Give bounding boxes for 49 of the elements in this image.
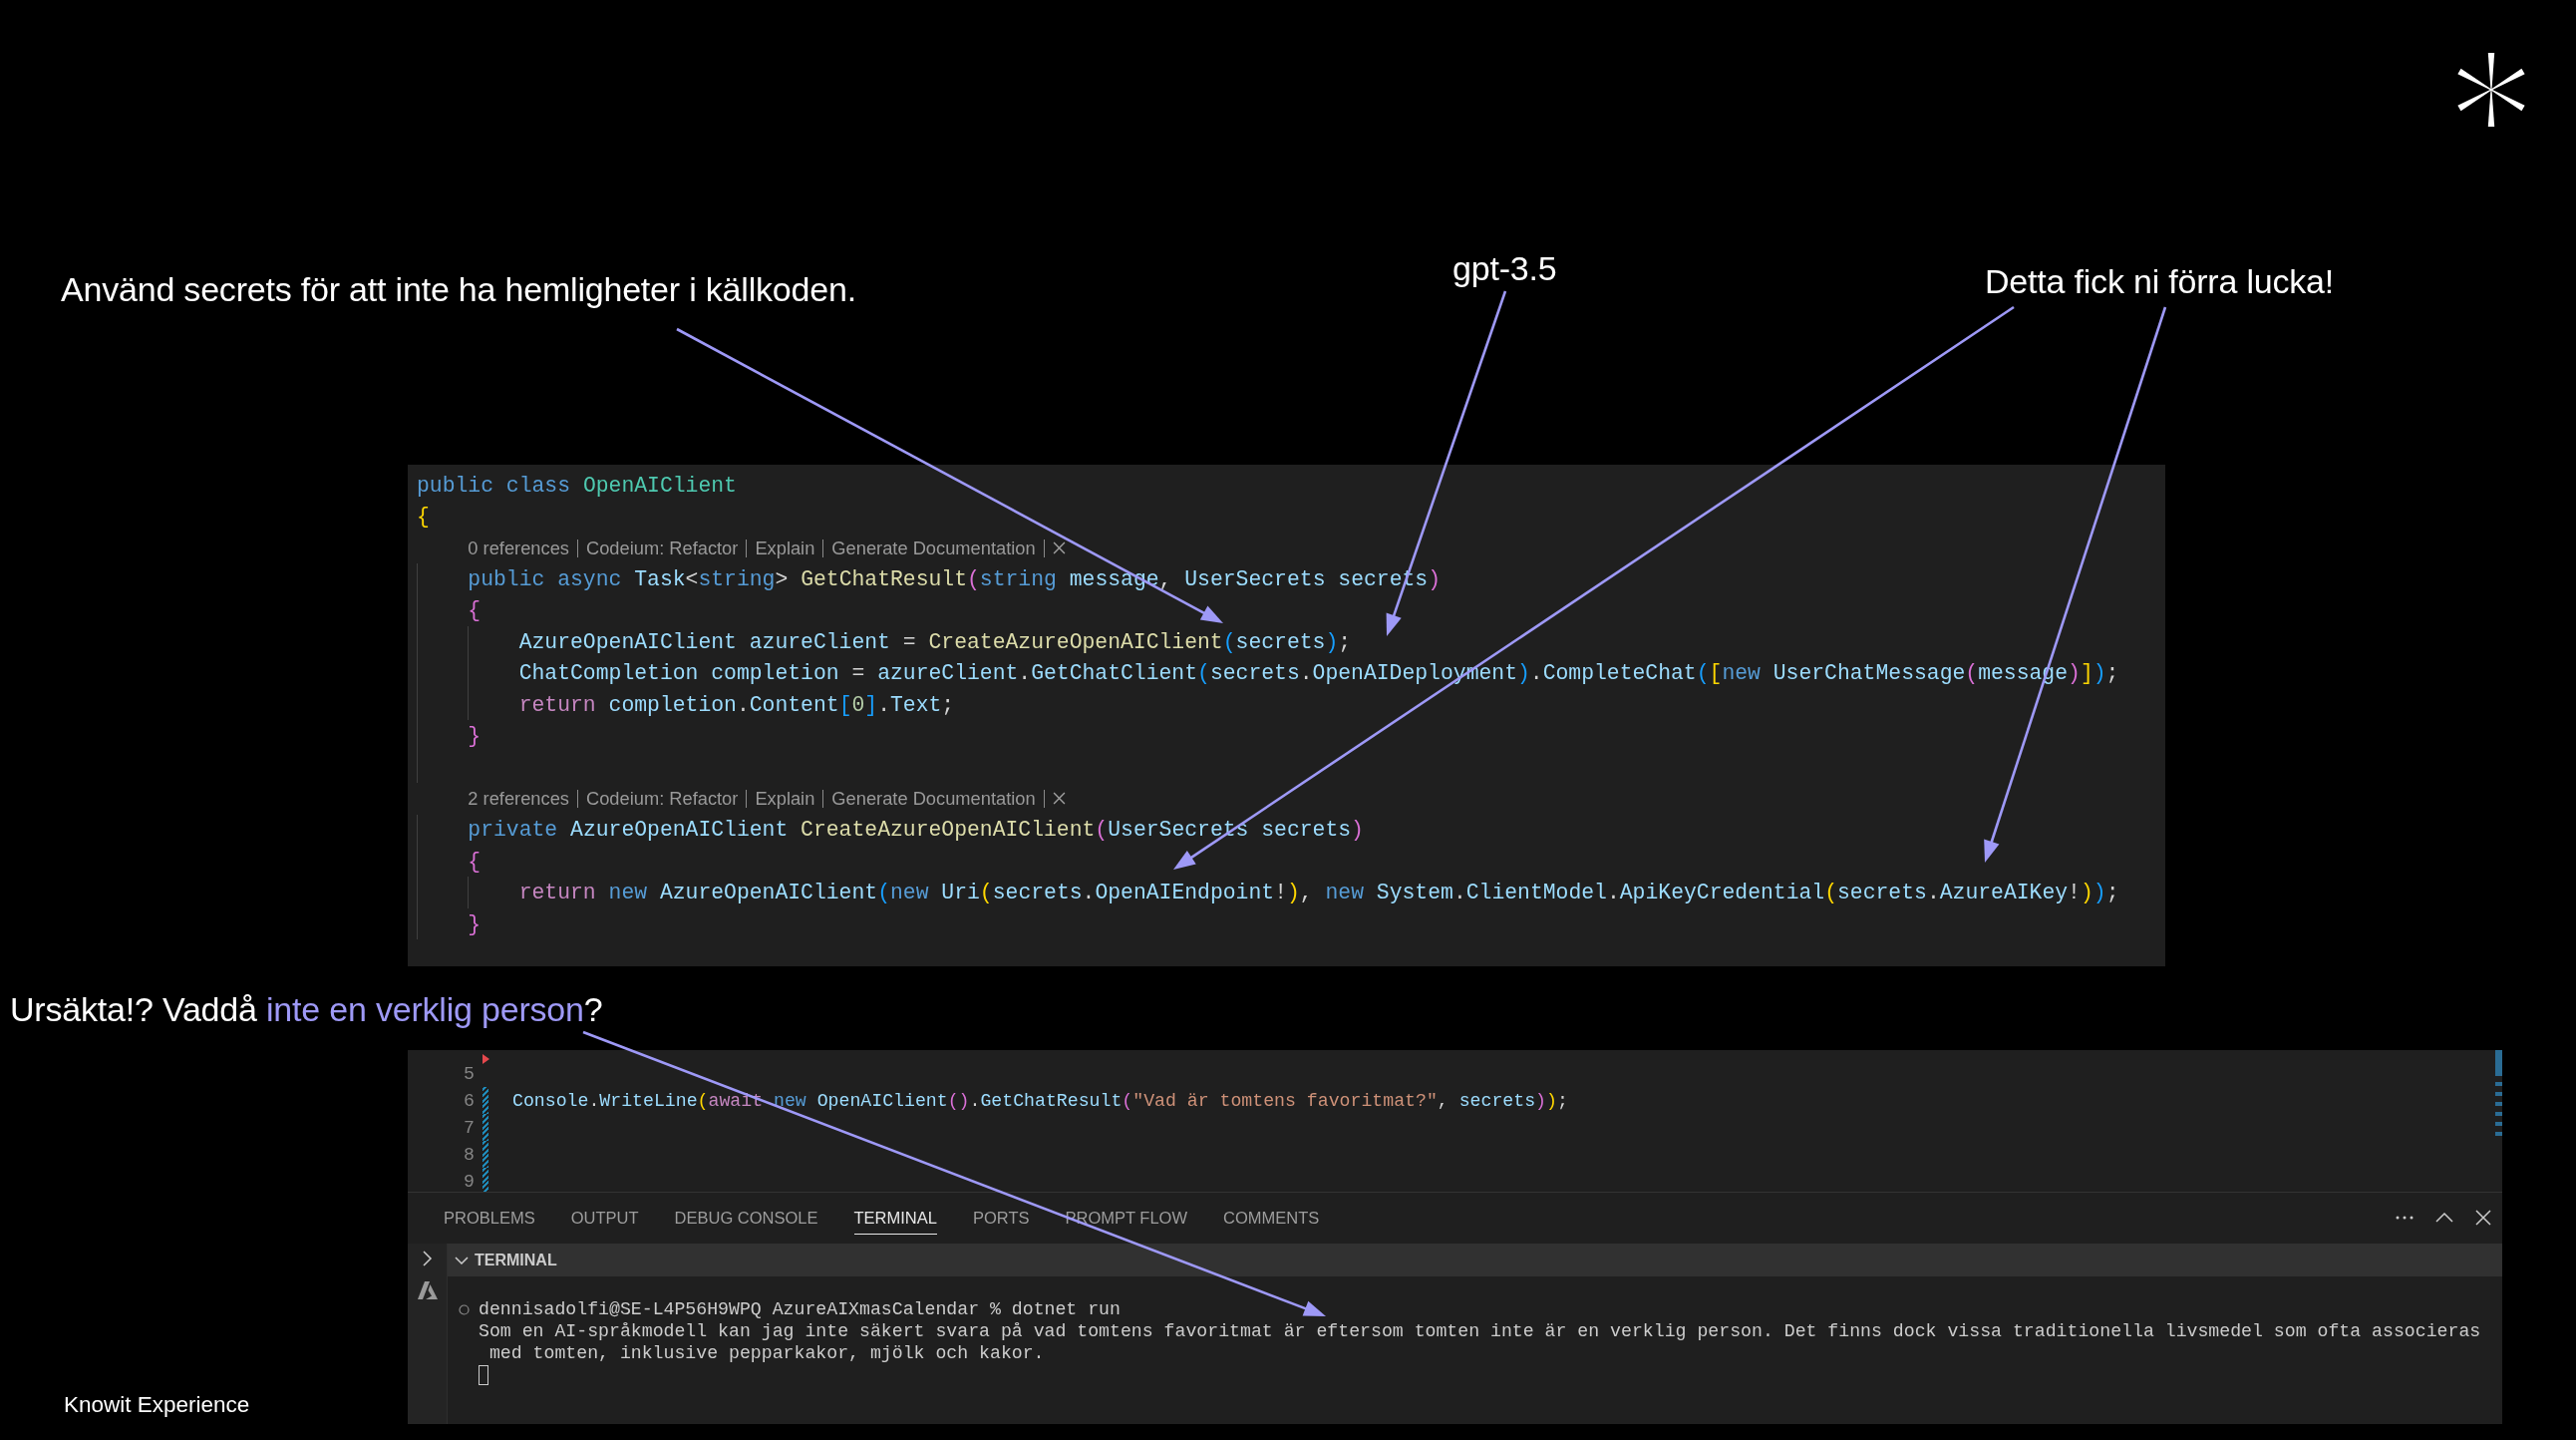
asterisk-logo-icon <box>2456 52 2526 128</box>
code-line: AzureOpenAIClient azureClient = CreateAzureOpenAIClient(secrets); <box>518 629 1352 654</box>
terminal-line: Som en AI-språkmodell kan jag inte säkert svara på vad tomtens favoritmat är eftersom tomten inte är en verklig person. Det finns dock vissa traditionella livsmedel som ofta associeras <box>479 1321 2481 1341</box>
close-icon[interactable] <box>1052 792 1066 806</box>
code-line: { <box>468 849 482 874</box>
annotation-text: gpt-3.5 <box>1452 248 1557 288</box>
codelens-link[interactable]: 2 references <box>468 787 569 810</box>
terminal-line: dennisadolfi@SE-L4P56H9WPQ AzureAIXmasCalendar % dotnet run <box>479 1299 1121 1319</box>
annotation-text: Detta fick ni förra lucka! <box>1985 261 2335 301</box>
codelens-link[interactable]: Generate Documentation <box>831 537 1036 559</box>
panel-tab[interactable]: DEBUG CONSOLE <box>674 1207 818 1235</box>
code-line: return new AzureOpenAIClient(new Uri(secrets.OpenAIEndpoint!), new System.ClientModel.ApiKeyCredential(secrets.AzureAIKey!)); <box>518 881 2119 905</box>
code-line: public class OpenAIClient <box>417 473 737 498</box>
panel-tab[interactable]: PROMPT FLOW <box>1065 1207 1188 1235</box>
panel-tab[interactable]: COMMENTS <box>1223 1207 1320 1235</box>
code-line: return completion.Content[0].Text; <box>518 692 955 717</box>
panel-tab[interactable]: PROBLEMS <box>444 1207 535 1235</box>
chevron-down-icon <box>455 1256 469 1264</box>
codelens-link[interactable]: Codeium: Refactor <box>585 787 739 810</box>
codelens-link[interactable]: Codeium: Refactor <box>585 537 739 559</box>
annotation-text: Ursäkta!? Vaddå inte en verklig person? <box>9 989 603 1029</box>
annotation-text: Använd secrets för att inte ha hemligheter i källkoden. <box>61 269 856 309</box>
panel-tab[interactable]: PORTS <box>972 1207 1030 1235</box>
line-number: 5 <box>464 1063 475 1084</box>
codelens-link[interactable]: Explain <box>755 537 815 559</box>
code-line: { <box>417 505 430 530</box>
line-number: 8 <box>464 1144 475 1165</box>
codelens-link[interactable]: Explain <box>755 787 815 810</box>
more-icon[interactable] <box>2396 1216 2414 1220</box>
chevron-right-icon[interactable] <box>422 1251 433 1266</box>
code-line: { <box>468 598 482 623</box>
code-line: } <box>468 911 482 936</box>
codelens-link[interactable]: Generate Documentation <box>831 787 1036 810</box>
close-icon[interactable] <box>1052 541 1066 555</box>
code-line: } <box>468 724 482 749</box>
codelens-link[interactable]: 0 references <box>468 537 569 559</box>
terminal-line: med tomten, inklusive pepparkakor, mjölk och kakor. <box>488 1343 1045 1363</box>
chevron-up-icon[interactable] <box>2435 1213 2453 1223</box>
close-icon[interactable] <box>2475 1210 2491 1226</box>
line-number: 9 <box>464 1171 475 1192</box>
code-line: Console.WriteLine(await new OpenAIClient().GetChatResult("Vad är tomtens favoritmat?", secrets)); <box>512 1090 1568 1111</box>
section-toggle[interactable]: TERMINAL <box>455 1249 557 1271</box>
panel-tab[interactable]: OUTPUT <box>570 1207 639 1235</box>
panel-tab[interactable]: TERMINAL <box>853 1207 937 1235</box>
line-number: 7 <box>464 1117 475 1138</box>
footer-text: Knowit Experience <box>64 1391 250 1419</box>
circle-icon <box>459 1303 470 1315</box>
letter-a-icon[interactable] <box>417 1281 438 1299</box>
line-number: 6 <box>464 1090 475 1111</box>
